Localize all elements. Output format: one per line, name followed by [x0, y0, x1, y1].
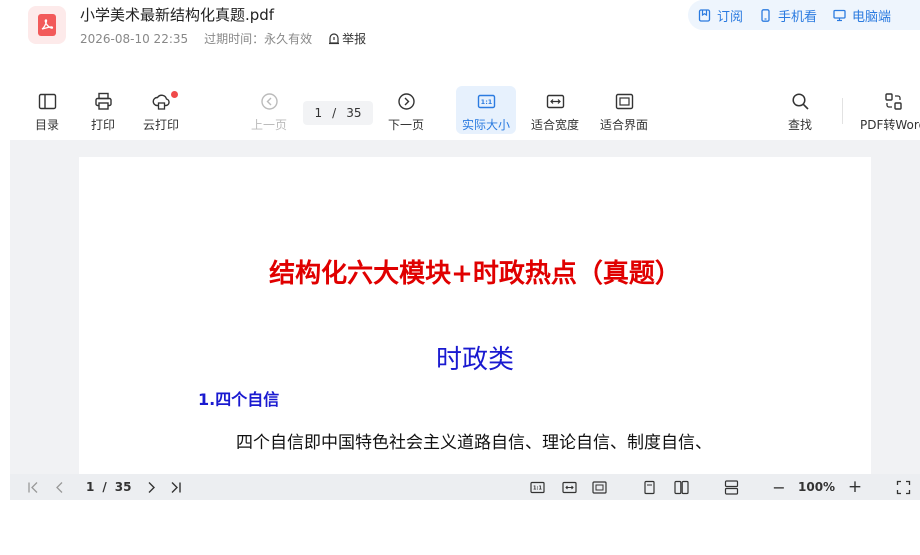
- sidebar-icon: [38, 93, 56, 110]
- next-page-button[interactable]: 下一页: [386, 86, 426, 134]
- header-actions: 订阅 手机看 电脑端: [688, 0, 920, 30]
- prev-page-label: 上一页: [250, 118, 287, 132]
- continuous-scroll-button[interactable]: [722, 474, 740, 500]
- document-subheading: 时政类: [435, 345, 514, 375]
- current-page: 1: [314, 106, 323, 120]
- toolbar-divider: [842, 98, 843, 124]
- fullscreen-button[interactable]: [894, 474, 912, 500]
- next-page-small-button[interactable]: [142, 474, 160, 500]
- first-page-icon: [27, 481, 37, 493]
- bottom-total-pages: 35: [114, 480, 132, 494]
- expiry-value: 永久有效: [264, 32, 313, 46]
- desktop-button[interactable]: 电脑端: [833, 6, 891, 25]
- chevron-left-icon: [55, 481, 62, 493]
- report-link[interactable]: 举报: [328, 30, 366, 47]
- print-label: 打印: [90, 118, 115, 132]
- file-title: 小学美术最新结构化真题.pdf: [80, 6, 275, 24]
- pdf-to-word-button[interactable]: PDF转Word: [860, 86, 920, 134]
- chevron-right-icon: [148, 481, 155, 493]
- double-page-button[interactable]: [672, 474, 690, 500]
- prev-page-small-button[interactable]: [50, 474, 68, 500]
- cloud-printer-icon: [152, 94, 170, 110]
- section-title: 1.四个自信: [198, 390, 280, 409]
- last-page-icon: [171, 481, 181, 493]
- convert-icon: [885, 93, 902, 110]
- page-number-input[interactable]: 1 / 35: [303, 101, 373, 125]
- chevron-left-circle-icon: [260, 93, 278, 110]
- actual-size-icon: 1:1: [477, 94, 495, 109]
- toc-button[interactable]: 目录: [30, 86, 64, 134]
- fit-page-icon: [615, 93, 633, 110]
- bookmark-icon: [698, 8, 711, 22]
- pdf-toolbar: 目录 打印 云打印 上一页 1 / 35 下一页 1:1 实际大小 适合宽度 适…: [0, 84, 920, 138]
- zoom-in-icon: +: [847, 477, 863, 497]
- single-page-button[interactable]: [640, 474, 658, 500]
- subscribe-label: 订阅: [717, 9, 744, 25]
- desktop-label: 电脑端: [852, 9, 892, 25]
- fit-width-button[interactable]: 适合宽度: [530, 86, 580, 134]
- monitor-icon: [833, 9, 846, 21]
- zoom-out-icon: −: [772, 477, 786, 497]
- toc-label: 目录: [34, 118, 59, 132]
- zoom-in-button[interactable]: +: [846, 474, 864, 500]
- file-header: 小学美术最新结构化真题.pdf 2026-08-10 22:35 过期时间： 永…: [0, 0, 920, 60]
- actual-size-label: 实际大小: [461, 118, 510, 132]
- first-page-button[interactable]: [24, 474, 42, 500]
- fit-width-small-button[interactable]: [560, 474, 578, 500]
- find-label: 查找: [787, 118, 812, 132]
- pdf-to-word-label: PDF转Word: [860, 118, 920, 132]
- fit-page-small-button[interactable]: [590, 474, 608, 500]
- next-page-label: 下一页: [387, 118, 424, 132]
- expiry-label: 过期时间：: [204, 32, 265, 46]
- fullscreen-icon: [896, 480, 910, 494]
- document-heading: 结构化六大模块+时政热点（真题）: [269, 259, 681, 289]
- chevron-right-circle-icon: [397, 93, 415, 110]
- actual-size-small-button[interactable]: 1:1: [528, 474, 546, 500]
- printer-icon: [94, 92, 112, 110]
- report-label: 举报: [342, 32, 367, 46]
- body-line-1: 四个自信即中国特色社会主义道路自信、理论自信、制度自信、: [236, 433, 712, 453]
- page-separator: /: [332, 106, 337, 120]
- actual-size-button[interactable]: 1:1 实际大小: [456, 86, 516, 134]
- subscribe-button[interactable]: 订阅: [698, 6, 743, 25]
- fit-width-small-icon: [561, 481, 577, 493]
- mobile-view-button[interactable]: 手机看: [759, 6, 817, 25]
- document-viewer[interactable]: 结构化六大模块+时政热点（真题） 时政类 1.四个自信 四个自信即中国特色社会主…: [10, 140, 920, 474]
- cloud-print-label: 云打印: [142, 118, 179, 132]
- bottom-page-separator: /: [102, 480, 107, 494]
- search-icon: [791, 93, 809, 110]
- single-page-icon: [643, 480, 655, 494]
- find-button[interactable]: 查找: [784, 86, 816, 134]
- phone-icon: [761, 8, 770, 22]
- zoom-level: 100%: [798, 480, 836, 494]
- prev-page-button[interactable]: 上一页: [249, 86, 289, 134]
- fit-width-icon: [546, 94, 564, 109]
- fit-width-label: 适合宽度: [530, 118, 579, 132]
- zoom-out-button[interactable]: −: [770, 474, 788, 500]
- report-icon: [329, 32, 340, 44]
- svg-text:1:1: 1:1: [480, 98, 492, 106]
- bottom-page-indicator[interactable]: 1 / 35: [82, 474, 135, 500]
- last-page-button[interactable]: [166, 474, 184, 500]
- upload-date: 2026-08-10 22:35: [80, 31, 189, 46]
- fit-page-label: 适合界面: [599, 118, 648, 132]
- fit-page-small-icon: [591, 480, 607, 494]
- double-page-icon: [673, 480, 689, 494]
- file-meta: 2026-08-10 22:35 过期时间： 永久有效 举报: [80, 30, 366, 47]
- actual-size-small-icon: 1:1: [529, 481, 545, 493]
- viewer-bottom-bar: 1 / 35 1:1 − 100% +: [10, 474, 920, 500]
- bottom-current-page: 1: [86, 480, 95, 494]
- svg-text:1:1: 1:1: [533, 485, 542, 491]
- continuous-scroll-icon: [724, 479, 738, 495]
- mobile-view-label: 手机看: [778, 9, 818, 25]
- print-button[interactable]: 打印: [86, 86, 120, 134]
- total-pages: 35: [346, 106, 362, 120]
- pdf-viewer-page: 小学美术最新结构化真题.pdf 2026-08-10 22:35 过期时间： 永…: [0, 0, 920, 555]
- notification-dot: [171, 91, 178, 98]
- fit-page-button[interactable]: 适合界面: [599, 86, 649, 134]
- document-page: 结构化六大模块+时政热点（真题） 时政类 1.四个自信 四个自信即中国特色社会主…: [79, 157, 871, 474]
- pdf-file-icon: [28, 6, 66, 44]
